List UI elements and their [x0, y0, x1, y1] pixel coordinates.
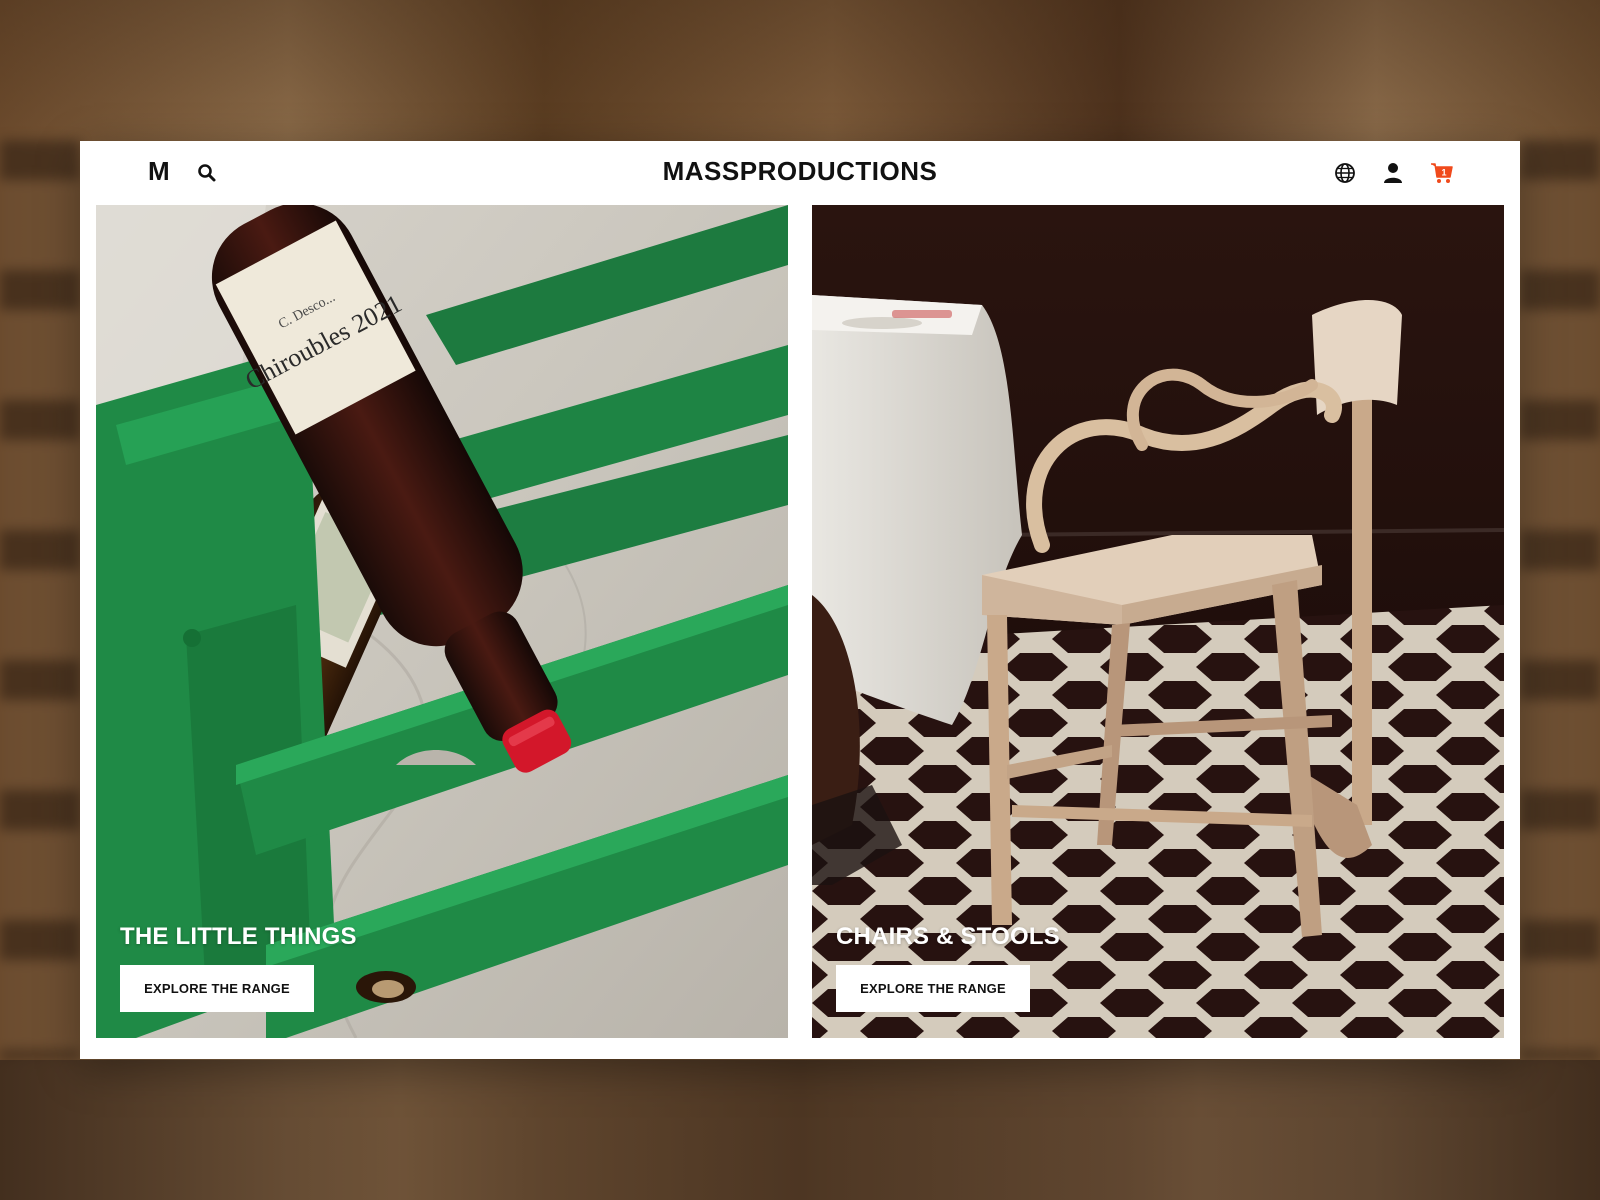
backdrop-top — [0, 0, 1600, 140]
browser-window: M MASSPRODUCTIONS 1 Chiroubles 2021 C. D… — [80, 141, 1520, 1059]
search-icon[interactable] — [197, 163, 217, 183]
panel-title-little-things: THE LITTLE THINGS — [120, 923, 357, 950]
backdrop-right — [1520, 140, 1600, 1060]
cart-icon[interactable]: 1 — [1430, 162, 1454, 184]
cart-count: 1 — [1441, 168, 1446, 178]
explore-range-button-little-things[interactable]: EXPLORE THE RANGE — [120, 965, 314, 1012]
chair-photo — [812, 205, 1504, 1038]
site-header: M MASSPRODUCTIONS 1 — [80, 141, 1520, 205]
globe-icon[interactable] — [1334, 162, 1356, 184]
panel-little-things[interactable]: Chiroubles 2021 C. Desco... THE LITTLE T… — [96, 205, 788, 1038]
logo-mark[interactable]: M — [148, 156, 170, 187]
explore-range-button-chairs-stools[interactable]: EXPLORE THE RANGE — [836, 965, 1030, 1012]
panel-chairs-stools[interactable]: CHAIRS & STOOLS EXPLORE THE RANGE — [812, 205, 1504, 1038]
user-icon[interactable] — [1383, 162, 1403, 184]
brand-name[interactable]: MASSPRODUCTIONS — [80, 156, 1520, 187]
backdrop-left — [0, 140, 80, 1060]
wine-rack-photo: Chiroubles 2021 C. Desco... — [96, 205, 788, 1038]
panel-title-chairs-stools: CHAIRS & STOOLS — [836, 923, 1060, 950]
backdrop-bottom — [0, 1060, 1600, 1200]
